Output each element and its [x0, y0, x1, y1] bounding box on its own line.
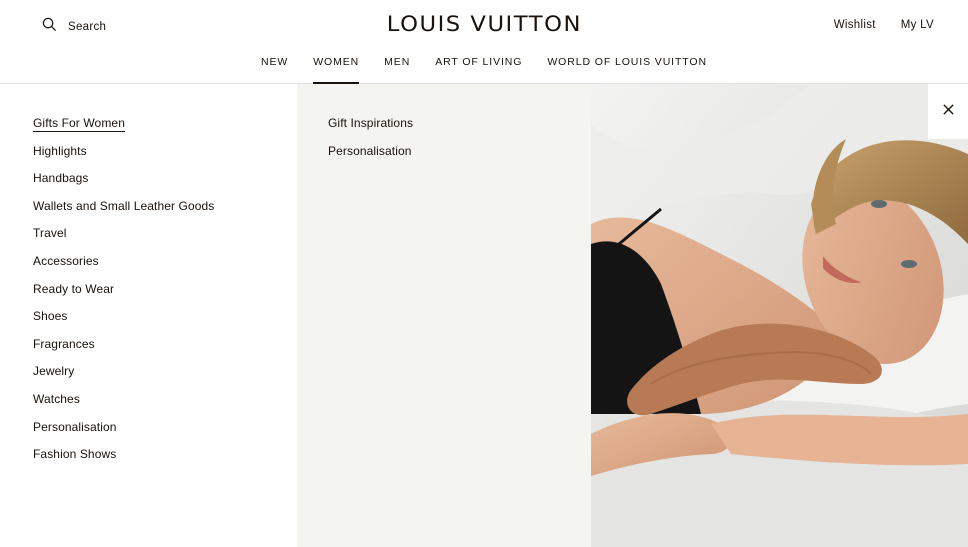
account-links: Wishlist My LV: [834, 19, 934, 31]
nav-world-of-louis-vuitton[interactable]: WORLD OF LOUIS VUITTON: [547, 56, 707, 84]
menu-item-jewelry[interactable]: Jewelry: [33, 364, 214, 392]
close-icon: [942, 103, 955, 121]
subcategory-panel: Gift Inspirations Personalisation: [297, 84, 591, 547]
menu-item-ready-to-wear[interactable]: Ready to Wear: [33, 282, 214, 310]
site-header: Search LOUIS VUITTON Wishlist My LV NEW …: [0, 0, 968, 84]
promo-photo: [591, 84, 968, 547]
menu-item-fragrances[interactable]: Fragrances: [33, 337, 214, 365]
promo-image[interactable]: [591, 84, 968, 547]
brand-logo[interactable]: LOUIS VUITTON: [0, 12, 968, 36]
menu-item-wallets[interactable]: Wallets and Small Leather Goods: [33, 199, 214, 227]
my-lv-link[interactable]: My LV: [901, 19, 934, 31]
menu-item-shoes[interactable]: Shoes: [33, 309, 214, 337]
menu-item-accessories[interactable]: Accessories: [33, 254, 214, 282]
menu-item-gifts-for-women[interactable]: Gifts For Women: [33, 116, 214, 144]
menu-item-fashion-shows[interactable]: Fashion Shows: [33, 447, 214, 475]
close-menu-button[interactable]: [928, 84, 968, 139]
nav-new[interactable]: NEW: [261, 56, 288, 84]
wishlist-link[interactable]: Wishlist: [834, 19, 876, 31]
main-nav: NEW WOMEN MEN ART OF LIVING WORLD OF LOU…: [0, 56, 968, 84]
menu-item-personalisation[interactable]: Personalisation: [33, 420, 214, 448]
menu-item-travel[interactable]: Travel: [33, 226, 214, 254]
nav-art-of-living[interactable]: ART OF LIVING: [435, 56, 522, 84]
nav-women[interactable]: WOMEN: [313, 56, 360, 84]
menu-item-handbags[interactable]: Handbags: [33, 171, 214, 199]
submenu-item-gift-inspirations[interactable]: Gift Inspirations: [328, 116, 413, 144]
menu-item-watches[interactable]: Watches: [33, 392, 214, 420]
submenu-item-personalisation[interactable]: Personalisation: [328, 144, 413, 172]
category-menu: Gifts For Women Highlights Handbags Wall…: [0, 84, 297, 547]
menu-item-highlights[interactable]: Highlights: [33, 144, 214, 172]
nav-men[interactable]: MEN: [384, 56, 410, 84]
